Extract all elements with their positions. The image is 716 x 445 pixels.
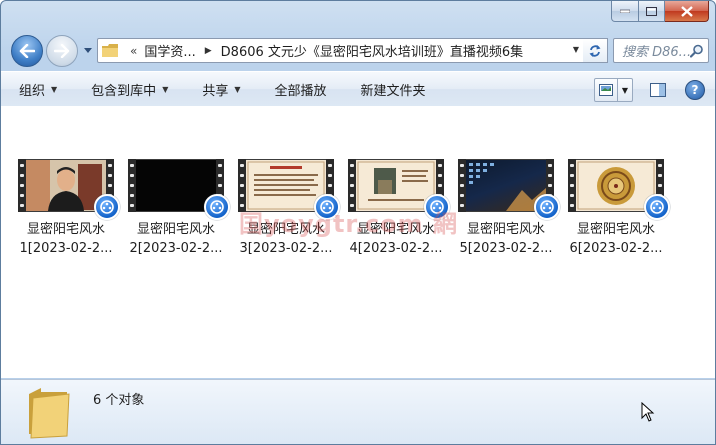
back-button[interactable]: [11, 35, 43, 67]
close-button[interactable]: [665, 1, 709, 22]
file-name-line-2: 5[2023-02-2...: [459, 241, 553, 256]
file-name-line-2: 2[2023-02-2...: [129, 241, 223, 256]
forward-button[interactable]: [46, 35, 78, 67]
view-controls: ▼ ?: [594, 78, 705, 102]
maximize-icon: [646, 6, 657, 16]
item-count: 6 个对象: [93, 393, 145, 408]
back-arrow-icon: [19, 44, 35, 58]
file-name-line-1: 显密阳宅风水: [576, 222, 655, 237]
recent-pages-dropdown[interactable]: [83, 43, 93, 57]
search-placeholder: 搜索 D86...: [622, 45, 690, 60]
address-bar[interactable]: « 国学资... ▶ D8606 文元少《显密阳宅风水培训班》直播视频6集 ▼: [97, 38, 585, 63]
film-reel-icon: [650, 200, 664, 214]
chevron-down-icon: ▼: [51, 84, 58, 94]
video-thumbnail: [458, 159, 560, 220]
minimize-button[interactable]: [611, 1, 639, 22]
chevron-down-icon: ▼: [162, 84, 169, 94]
navigation-row: « 国学资... ▶ D8606 文元少《显密阳宅风水培训班》直播视频6集 ▼ …: [9, 35, 709, 67]
preview-pane-button[interactable]: [647, 79, 669, 101]
mouse-pointer-icon: [641, 402, 655, 422]
film-strip: [18, 159, 26, 212]
share-label: 共享: [202, 83, 229, 99]
video-thumbnail: [568, 159, 670, 220]
play-all-button[interactable]: 全部播放: [257, 80, 343, 99]
help-button[interactable]: ?: [685, 80, 705, 100]
change-view-button[interactable]: [594, 78, 618, 102]
film-strip: [128, 159, 136, 212]
video-player-badge-icon: [94, 194, 120, 220]
file-name-line-1: 显密阳宅风水: [466, 222, 545, 237]
video-player-badge-icon: [204, 194, 230, 220]
view-options-dropdown[interactable]: ▼: [618, 78, 633, 102]
search-input[interactable]: 搜索 D86...: [613, 38, 709, 63]
file-item-2[interactable]: 显密阳宅风水 2[2023-02-2...: [124, 159, 230, 258]
share-menu[interactable]: 共享 ▼: [184, 80, 256, 99]
file-item-6[interactable]: 显密阳宅风水 6[2023-02-2...: [564, 159, 670, 258]
file-name-line-2: 1[2023-02-2...: [19, 241, 113, 256]
view-icon: [599, 84, 613, 96]
film-reel-icon: [100, 200, 114, 214]
folder-icon: [102, 44, 118, 57]
organize-label: 组织: [19, 83, 46, 99]
file-name-line-2: 3[2023-02-2...: [239, 241, 333, 256]
new-folder-button[interactable]: 新建文件夹: [343, 80, 442, 99]
play-all-label: 全部播放: [274, 83, 327, 99]
chevron-down-icon: ▼: [234, 84, 241, 94]
film-reel-icon: [210, 200, 224, 214]
forward-arrow-icon: [54, 44, 70, 58]
film-reel-icon: [540, 200, 554, 214]
close-icon: [680, 5, 693, 17]
organize-menu[interactable]: 组织 ▼: [1, 80, 73, 99]
file-name: 显密阳宅风水 6[2023-02-2...: [564, 220, 668, 258]
include-in-library-menu[interactable]: 包含到库中 ▼: [73, 80, 184, 99]
breadcrumb-arrow-icon[interactable]: ▶: [199, 46, 218, 56]
video-player-badge-icon: [534, 194, 560, 220]
details-pane: 6 个对象: [1, 379, 715, 444]
file-name-line-1: 显密阳宅风水: [136, 222, 215, 237]
file-name: 显密阳宅风水 2[2023-02-2...: [124, 220, 228, 258]
video-thumbnail: [128, 159, 230, 220]
minimize-icon: [620, 9, 630, 13]
refresh-button[interactable]: [583, 38, 608, 63]
preview-pane-icon: [650, 83, 666, 97]
address-dropdown[interactable]: ▼: [568, 39, 584, 60]
film-strip: [568, 159, 576, 212]
maximize-button[interactable]: [639, 1, 665, 22]
breadcrumb-segment-2[interactable]: D8606 文元少《显密阳宅风水培训班》直播视频6集: [218, 41, 527, 60]
chevron-down-icon: [84, 47, 92, 53]
include-library-label: 包含到库中: [91, 83, 157, 99]
file-name: 显密阳宅风水 5[2023-02-2...: [454, 220, 558, 258]
command-bar: 组织 ▼ 包含到库中 ▼ 共享 ▼ 全部播放 新建文件夹 ▼ ?: [1, 71, 715, 107]
explorer-window: « 国学资... ▶ D8606 文元少《显密阳宅风水培训班》直播视频6集 ▼ …: [0, 0, 716, 445]
film-strip: [458, 159, 466, 212]
watermark: 国yoygtr.com 網: [239, 210, 459, 238]
folder-icon: [29, 388, 70, 439]
caption-buttons: [611, 1, 709, 22]
new-folder-label: 新建文件夹: [360, 83, 426, 99]
file-item-1[interactable]: 显密阳宅风水 1[2023-02-2...: [14, 159, 120, 258]
file-name: 显密阳宅风水 1[2023-02-2...: [14, 220, 118, 258]
file-name-line-1: 显密阳宅风水: [26, 222, 105, 237]
video-player-badge-icon: [644, 194, 670, 220]
file-item-5[interactable]: 显密阳宅风水 5[2023-02-2...: [454, 159, 560, 258]
address-overflow[interactable]: «: [124, 44, 141, 58]
file-list-view[interactable]: 显密阳宅风水 1[2023-02-2... 显密阳宅风水 2[2023-02-2…: [1, 106, 715, 378]
file-name-line-2: 6[2023-02-2...: [569, 241, 663, 256]
search-icon: [690, 44, 703, 58]
refresh-icon: [589, 44, 601, 57]
video-thumbnail: [18, 159, 120, 220]
file-name-line-2: 4[2023-02-2...: [349, 241, 443, 256]
breadcrumb-segment-1[interactable]: 国学资...: [141, 41, 198, 60]
